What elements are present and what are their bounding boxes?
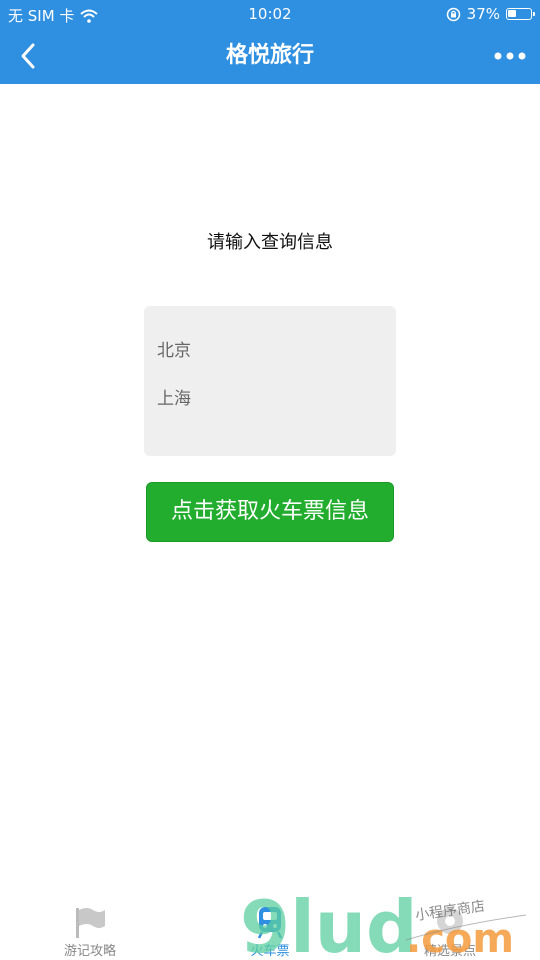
tab-label: 游记攻略 bbox=[63, 944, 116, 959]
tab-bar: 游记攻略 火车票 精选景点 bbox=[0, 890, 540, 960]
flag-icon bbox=[76, 908, 105, 938]
tab-label: 精选景点 bbox=[423, 944, 476, 959]
status-bar: 无 SIM 卡 10:02 37% bbox=[0, 0, 540, 28]
get-train-info-button[interactable]: 点击获取火车票信息 bbox=[146, 482, 394, 542]
to-city-field[interactable]: 上海 bbox=[157, 384, 191, 409]
route-input-card[interactable]: 北京 上海 bbox=[144, 306, 396, 456]
nav-bar: 格悦旅行 bbox=[0, 28, 540, 84]
battery-nub bbox=[533, 12, 535, 16]
query-prompt: 请输入查询信息 bbox=[207, 232, 333, 253]
page-title: 格悦旅行 bbox=[225, 43, 314, 68]
from-city-field[interactable]: 北京 bbox=[157, 336, 191, 361]
status-right: 37% bbox=[446, 5, 535, 23]
battery-icon bbox=[506, 8, 535, 20]
tab-train-tickets[interactable]: 火车票 bbox=[180, 890, 360, 960]
train-icon bbox=[257, 907, 283, 939]
tab-featured-spots[interactable]: 精选景点 bbox=[360, 890, 540, 960]
orientation-lock-icon bbox=[446, 7, 460, 21]
battery-fill bbox=[508, 10, 516, 17]
more-options-icon[interactable] bbox=[490, 40, 530, 72]
tab-label: 火车票 bbox=[250, 944, 290, 959]
tab-travel-notes[interactable]: 游记攻略 bbox=[0, 890, 180, 960]
battery-percent: 37% bbox=[466, 5, 500, 23]
spot-icon bbox=[437, 908, 463, 934]
